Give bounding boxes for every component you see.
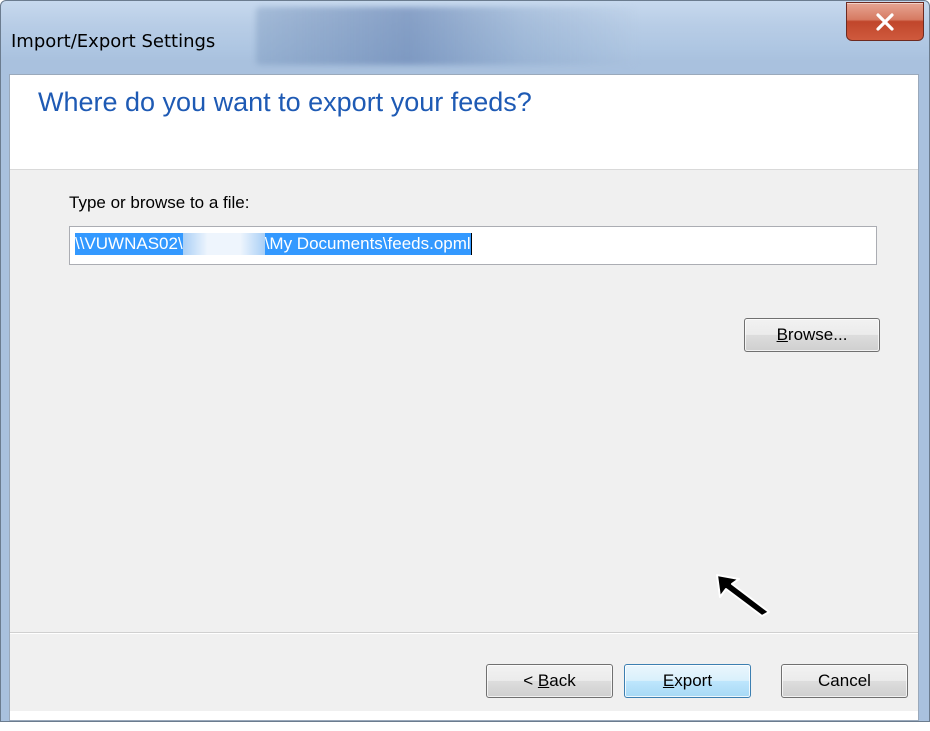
import-export-dialog: Import/Export Settings Where do you want…	[0, 0, 930, 722]
cancel-button[interactable]: Cancel	[781, 664, 908, 698]
back-label: < Back	[523, 671, 576, 690]
footer-divider	[10, 632, 918, 634]
wizard-page: Type or browse to a file: \\VUWNAS02\ \My…	[10, 169, 918, 711]
background-window-ghost	[256, 7, 636, 65]
mouse-pointer-icon	[716, 574, 770, 617]
path-suffix: \My Documents\feeds.opml	[264, 233, 471, 255]
close-button[interactable]	[846, 2, 924, 41]
path-prefix: \\VUWNAS02\	[75, 233, 183, 255]
title-bar[interactable]: Import/Export Settings	[1, 1, 929, 77]
text-caret	[470, 233, 472, 255]
file-path-label: Type or browse to a file:	[69, 193, 250, 212]
browse-label: Browse...	[776, 325, 848, 344]
close-icon	[876, 12, 894, 31]
cancel-label: Cancel	[818, 671, 871, 690]
dialog-client-area: Where do you want to export your feeds? …	[9, 74, 919, 721]
browse-button[interactable]: Browse...	[744, 318, 880, 352]
back-button[interactable]: < Back	[486, 664, 613, 698]
export-button[interactable]: Export	[624, 664, 751, 698]
file-path-input[interactable]: \\VUWNAS02\ \My Documents\feeds.opml	[69, 226, 877, 265]
page-heading: Where do you want to export your feeds?	[38, 87, 532, 117]
file-path-value: \\VUWNAS02\ \My Documents\feeds.opml	[75, 233, 472, 255]
export-label: Export	[662, 671, 713, 690]
redacted-username	[182, 233, 265, 255]
window-title: Import/Export Settings	[11, 31, 216, 52]
